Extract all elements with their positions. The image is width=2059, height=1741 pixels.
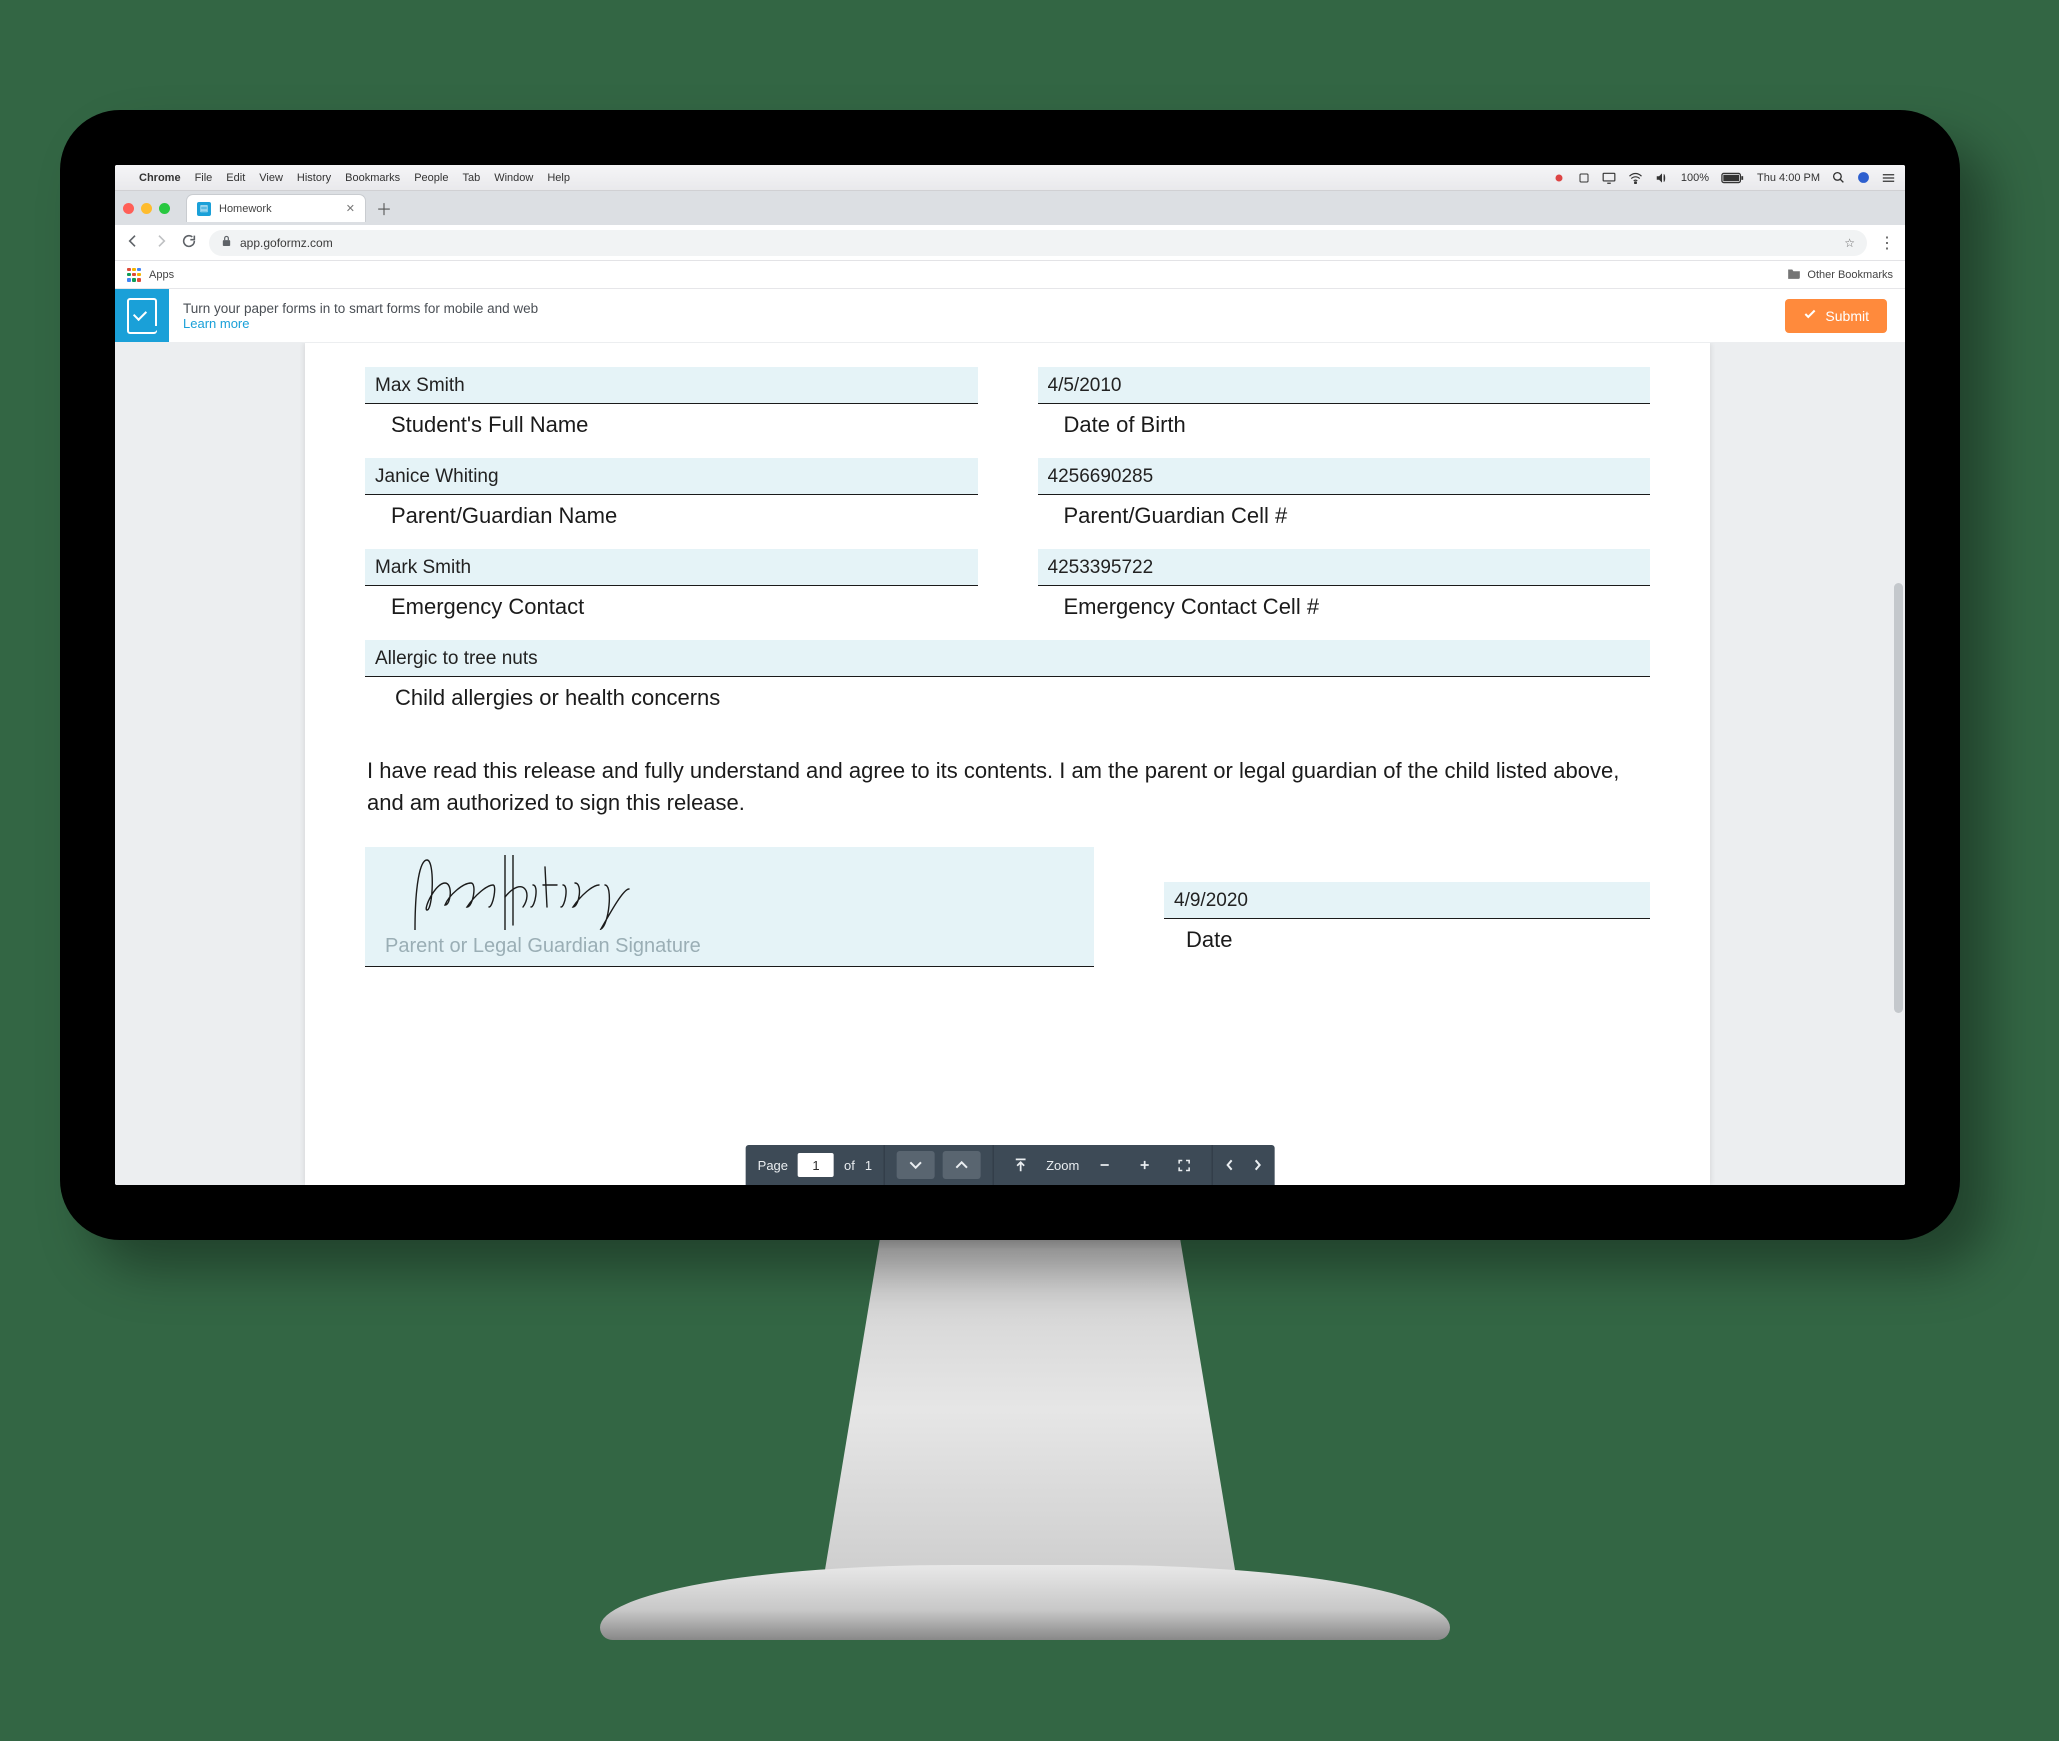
menu-view[interactable]: View [259,172,283,184]
volume-icon[interactable] [1655,172,1669,184]
other-bookmarks[interactable]: Other Bookmarks [1807,269,1893,281]
address-bar[interactable]: app.goformz.com ☆ [209,230,1867,256]
student-name-input[interactable] [365,367,978,404]
toolbar-prev-button[interactable] [1220,1159,1238,1171]
tab-favicon-icon: ▤ [197,202,211,216]
menu-edit[interactable]: Edit [226,172,245,184]
lock-icon [221,235,232,250]
page-next-button[interactable] [897,1151,935,1179]
app-logo-icon [127,298,157,334]
guardian-cell-input[interactable] [1038,458,1651,495]
dob-label: Date of Birth [1038,404,1651,452]
emergency-cell-input[interactable] [1038,549,1651,586]
emergency-cell-label: Emergency Contact Cell # [1038,586,1651,634]
window-close-button[interactable] [123,203,134,214]
emergency-name-input[interactable] [365,549,978,586]
spotlight-icon[interactable] [1832,171,1845,184]
battery-percent: 100% [1681,172,1709,184]
menubar-shield-icon[interactable] [1578,172,1590,184]
fullscreen-button[interactable] [1169,1158,1199,1173]
tab-close-icon[interactable]: ✕ [346,202,355,215]
apps-shortcut-icon[interactable] [127,268,141,282]
app-logo[interactable] [115,289,169,342]
signature-field[interactable]: Parent or Legal Guardian Signature [365,847,1094,967]
notification-center-icon[interactable] [1882,172,1895,184]
vertical-scrollbar[interactable] [1891,343,1905,1185]
signature-placeholder: Parent or Legal Guardian Signature [385,935,701,958]
bookmarks-bar: Apps Other Bookmarks [115,261,1905,289]
learn-more-link[interactable]: Learn more [183,316,538,331]
window-zoom-button[interactable] [159,203,170,214]
dob-input[interactable] [1038,367,1651,404]
page-prev-button[interactable] [943,1151,981,1179]
macos-menubar: Chrome File Edit View History Bookmarks … [115,165,1905,191]
bookmark-star-icon[interactable]: ☆ [1844,236,1855,250]
allergies-label: Child allergies or health concerns [365,677,1650,725]
menubar-clock[interactable]: Thu 4:00 PM [1757,172,1820,184]
siri-icon[interactable] [1857,171,1870,184]
submit-button[interactable]: Submit [1785,299,1887,333]
wifi-icon[interactable] [1628,172,1643,184]
chrome-toolbar: app.goformz.com ☆ ⋮ [115,225,1905,261]
menu-file[interactable]: File [195,172,213,184]
window-controls [123,203,170,214]
menu-window[interactable]: Window [494,172,533,184]
page-toolbar: Page of 1 [746,1145,1275,1185]
zoom-out-button[interactable] [1089,1158,1119,1172]
menu-tab[interactable]: Tab [462,172,480,184]
scrollbar-thumb[interactable] [1894,583,1903,1013]
monitor-stand-base [600,1565,1450,1640]
menubar-app-name[interactable]: Chrome [139,172,181,184]
nav-reload-button[interactable] [181,233,197,252]
guardian-cell-label: Parent/Guardian Cell # [1038,495,1651,543]
browser-tab[interactable]: ▤ Homework ✕ [186,194,366,222]
monitor-stand-neck [820,1220,1240,1600]
new-tab-button[interactable]: ＋ [372,196,396,220]
page-of-label: of [844,1158,855,1173]
battery-icon[interactable] [1721,172,1745,184]
emergency-name-label: Emergency Contact [365,586,978,634]
page-current-input[interactable] [798,1153,834,1177]
sign-date-input[interactable] [1164,882,1650,919]
app-tagline: Turn your paper forms in to smart forms … [183,301,538,316]
toolbar-next-button[interactable] [1248,1159,1266,1171]
allergies-input[interactable] [365,640,1650,677]
zoom-label: Zoom [1046,1158,1079,1173]
window-minimize-button[interactable] [141,203,152,214]
chrome-menu-button[interactable]: ⋮ [1879,233,1895,253]
app-header: Turn your paper forms in to smart forms … [115,289,1905,343]
nav-forward-button[interactable] [153,233,169,252]
address-bar-url: app.goformz.com [240,236,333,250]
screen: Chrome File Edit View History Bookmarks … [115,165,1905,1185]
signature-glyph-icon [405,855,765,930]
monitor-frame: Chrome File Edit View History Bookmarks … [60,110,1960,1240]
menu-help[interactable]: Help [547,172,570,184]
apps-shortcut-label[interactable]: Apps [149,269,174,281]
zoom-in-button[interactable] [1129,1158,1159,1172]
form-workspace: Student's Full Name Date of Birth Parent… [115,343,1905,1185]
menu-bookmarks[interactable]: Bookmarks [345,172,400,184]
submit-button-label: Submit [1825,308,1869,324]
menubar-extension-icon[interactable] [1552,171,1566,185]
guardian-name-label: Parent/Guardian Name [365,495,978,543]
release-text: I have read this release and fully under… [365,755,1650,819]
nav-back-button[interactable] [125,233,141,252]
scroll-to-top-button[interactable] [1006,1157,1036,1173]
guardian-name-input[interactable] [365,458,978,495]
screen-mirror-icon[interactable] [1602,172,1616,184]
menu-history[interactable]: History [297,172,331,184]
student-name-label: Student's Full Name [365,404,978,452]
form-page: Student's Full Name Date of Birth Parent… [305,343,1710,1185]
checkmark-icon [1803,307,1817,324]
tab-title: Homework [219,203,272,215]
menu-people[interactable]: People [414,172,448,184]
page-label: Page [758,1158,788,1173]
folder-icon [1787,267,1801,282]
page-total: 1 [865,1158,872,1173]
sign-date-label: Date [1164,919,1650,967]
chrome-tab-strip: ▤ Homework ✕ ＋ [115,191,1905,225]
